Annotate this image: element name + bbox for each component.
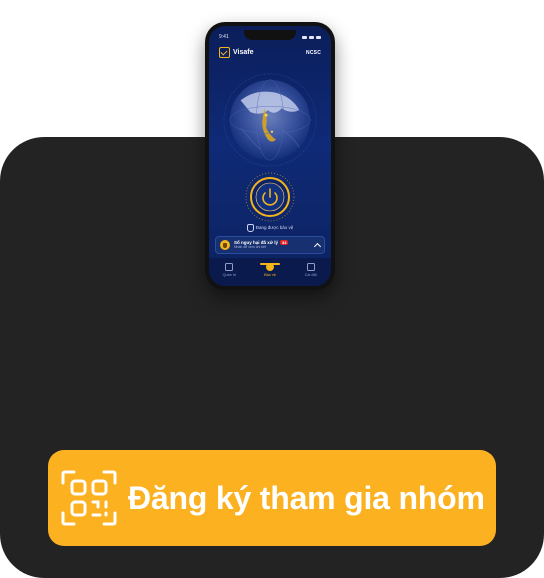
status-icons [302,35,321,39]
join-group-label: Đăng ký tham gia nhóm [128,479,485,516]
signal-icon [302,35,307,39]
protection-status-label: Đang được bảo vệ [255,225,294,231]
ncsc-logo: NCSC [306,49,321,56]
threat-text: Số nguy hại đã xử lý 34 Nhấn để xem chi t… [234,240,311,250]
tab-settings[interactable]: Cài đặt [296,263,326,277]
tab-protect[interactable]: Bảo vệ [255,263,285,277]
phone-notch [244,30,296,40]
threat-count-badge: 34 [280,240,289,246]
bottom-tab-bar: Quản trị Bảo vệ Cài đặt [209,258,331,286]
threat-shield-icon [220,240,230,250]
protection-status: Đang được bảo vệ [209,224,331,232]
tab-protect-label: Bảo vệ [264,273,276,277]
app-name: Visafe [233,49,254,56]
tab-settings-label: Cài đặt [304,273,317,277]
active-tab-indicator [259,263,280,265]
admin-icon [225,263,234,271]
power-toggle-button[interactable] [244,171,296,223]
settings-icon [306,263,315,271]
app-header: Visafe NCSC [219,47,321,58]
app-brand: Visafe [219,47,254,58]
chevron-up-icon[interactable] [313,242,322,250]
battery-icon [316,35,321,39]
wifi-icon [309,35,314,39]
tab-admin[interactable]: Quản trị [214,263,244,277]
visafe-logo-icon [219,47,230,58]
threat-subtitle: Nhấn để xem chi tiết [234,245,266,250]
phone-screen: 9:41 Visafe NCSC Đang được bảo vệ Số ngu… [209,26,331,286]
status-time: 9:41 [219,34,229,40]
tab-admin-label: Quản trị [222,273,237,277]
shield-check-icon [246,224,254,232]
threat-summary-card[interactable]: Số nguy hại đã xử lý 34 Nhấn để xem chi t… [215,236,325,254]
qr-code-icon [61,470,117,526]
phone-mockup: 9:41 Visafe NCSC Đang được bảo vệ Số ngu… [205,22,335,290]
globe-map-graphic [223,73,317,167]
join-group-button[interactable]: Đăng ký tham gia nhóm [48,450,496,546]
